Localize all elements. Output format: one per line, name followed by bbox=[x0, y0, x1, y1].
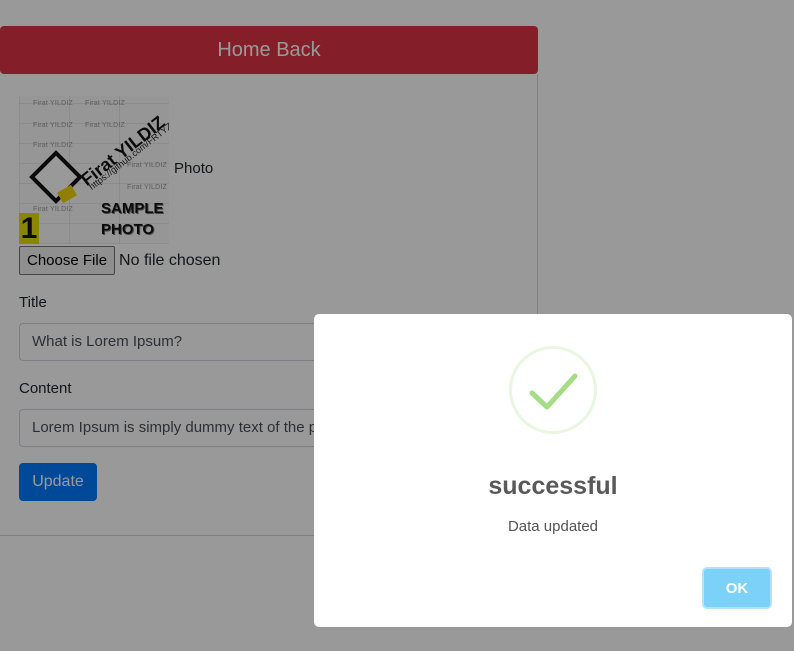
dialog-message: Data updated bbox=[507, 518, 599, 535]
success-dialog: successful Data updated OK bbox=[314, 314, 792, 627]
success-icon bbox=[509, 346, 597, 434]
success-check-icon bbox=[529, 373, 578, 410]
dialog-title: successful bbox=[488, 472, 618, 500]
page: Home Back Firat YILDIZ Firat YILDIZ Fira… bbox=[0, 0, 794, 651]
ok-button[interactable]: OK bbox=[702, 567, 772, 609]
